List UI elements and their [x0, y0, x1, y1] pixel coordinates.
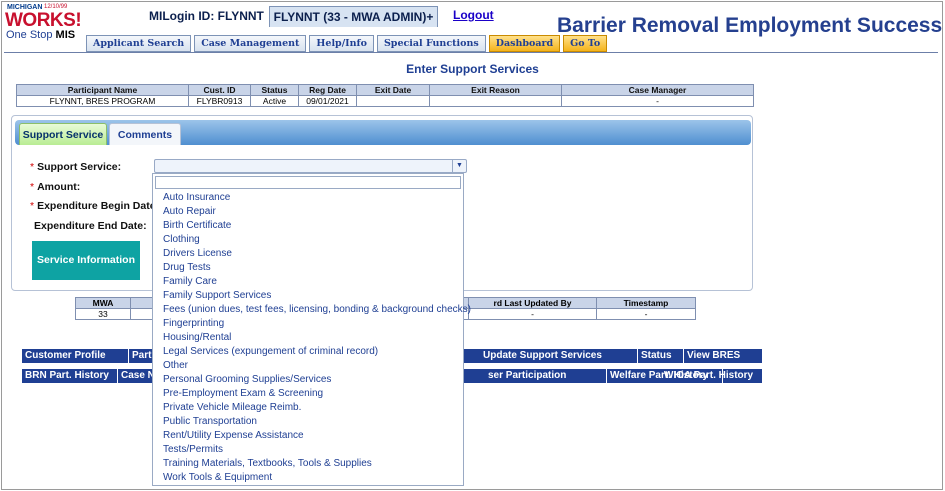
link-view-bres[interactable]: View BRES [684, 349, 762, 363]
col-status: Status [250, 84, 299, 96]
col-exit-date: Exit Date [356, 84, 430, 96]
cell-last-updated-by: - [468, 308, 597, 320]
option-drug-tests[interactable]: Drug Tests [153, 261, 463, 275]
link-status[interactable]: Status [638, 349, 684, 363]
option-fees[interactable]: Fees (union dues, test fees, licensing, … [153, 303, 471, 317]
required-marker: * [30, 200, 35, 212]
user-role-badge: FLYNNT (33 - MWA ADMIN)+ [269, 6, 438, 27]
option-housing-rental[interactable]: Housing/Rental [153, 331, 463, 345]
col-timestamp: Timestamp [596, 297, 696, 309]
amount-label-text: Amount: [37, 181, 81, 193]
logo-one-stop: One Stop [6, 29, 53, 41]
milogin-id: MILogin ID: FLYNNT [149, 9, 264, 23]
link-customer-profile[interactable]: Customer Profile [22, 349, 129, 363]
cell-participant-name: FLYNNT, BRES PROGRAM [16, 95, 189, 107]
cell-status: Active [250, 95, 299, 107]
option-drivers-license[interactable]: Drivers License [153, 247, 463, 261]
col-mwa: MWA [75, 297, 131, 309]
tab-comments[interactable]: Comments [109, 123, 181, 145]
cell-exit-reason [429, 95, 562, 107]
tab-bar: Support Service Comments [15, 120, 751, 145]
cell-case-manager: - [561, 95, 754, 107]
option-legal-services[interactable]: Legal Services (expungement of criminal … [153, 345, 463, 359]
end-date-label: Expenditure End Date: [34, 220, 147, 232]
cell-reg-date: 09/01/2021 [298, 95, 357, 107]
nav-applicant-search[interactable]: Applicant Search [86, 35, 192, 52]
col-cust-id: Cust. ID [188, 84, 251, 96]
chevron-down-icon[interactable]: ▼ [452, 160, 466, 172]
dropdown-options-list: Auto Insurance Auto Repair Birth Certifi… [153, 191, 471, 485]
option-auto-insurance[interactable]: Auto Insurance [153, 191, 463, 205]
nav-special-functions[interactable]: Special Functions [376, 35, 486, 52]
cell-cust-id: FLYBR0913 [188, 95, 251, 107]
link-brn-part-history[interactable]: BRN Part. History [22, 369, 118, 383]
nav-divider [4, 52, 938, 53]
participant-table: Participant Name Cust. ID Status Reg Dat… [16, 84, 754, 107]
option-rent-utility-assistance[interactable]: Rent/Utility Expense Assistance [153, 429, 463, 443]
col-case-manager: Case Manager [561, 84, 754, 96]
logo-mis: MIS [55, 29, 76, 41]
option-private-vehicle-mileage[interactable]: Private Vehicle Mileage Reimb. [153, 401, 463, 415]
option-work-tools[interactable]: Work Tools & Equipment [153, 471, 463, 485]
option-personal-grooming[interactable]: Personal Grooming Supplies/Services [153, 373, 463, 387]
support-service-label-text: Support Service: [37, 161, 122, 173]
option-tests-permits[interactable]: Tests/Permits [153, 443, 463, 457]
cell-exit-date [356, 95, 430, 107]
option-training-materials[interactable]: Training Materials, Textbooks, Tools & S… [153, 457, 463, 471]
option-family-care[interactable]: Family Care [153, 275, 463, 289]
nav-case-management[interactable]: Case Management [194, 35, 307, 52]
col-last-updated-by: rd Last Updated By [468, 297, 597, 309]
service-information-button[interactable]: Service Information [32, 241, 140, 280]
required-marker: * [30, 161, 35, 173]
option-fingerprinting[interactable]: Fingerprinting [153, 317, 463, 331]
option-public-transportation[interactable]: Public Transportation [153, 415, 463, 429]
begin-date-label: * Expenditure Begin Date: [30, 200, 159, 212]
support-service-select[interactable]: ▼ [154, 159, 467, 173]
option-birth-certificate[interactable]: Birth Certificate [153, 219, 463, 233]
link-user-participation[interactable]: ser Participation [485, 369, 607, 383]
nav-go-to[interactable]: Go To [563, 35, 608, 52]
nav-help-info[interactable]: Help/Info [309, 35, 374, 52]
support-service-dropdown: Auto Insurance Auto Repair Birth Certifi… [152, 173, 471, 486]
col-exit-reason: Exit Reason [429, 84, 562, 96]
cell-mwa: 33 [75, 308, 131, 320]
required-marker: * [30, 181, 35, 193]
link-update-support-services[interactable]: Update Support Services [480, 349, 638, 363]
page-title: Enter Support Services [406, 62, 539, 76]
support-service-label: * Support Service: [30, 161, 121, 173]
logout-link[interactable]: Logout [453, 8, 494, 22]
link-wioa-part-history[interactable]: WIOA Part. History [661, 369, 762, 383]
option-clothing[interactable]: Clothing [153, 233, 463, 247]
cell-timestamp: - [596, 308, 696, 320]
table-row: FLYNNT, BRES PROGRAM FLYBR0913 Active 09… [16, 95, 754, 107]
main-nav: Applicant Search Case Management Help/In… [86, 35, 610, 52]
option-family-support-services[interactable]: Family Support Services [153, 289, 463, 303]
nav-dashboard[interactable]: Dashboard [488, 35, 561, 52]
table-header-row: Participant Name Cust. ID Status Reg Dat… [16, 84, 754, 96]
logo-one-stop-mis: One Stop MIS [6, 29, 75, 41]
begin-date-label-text: Expenditure Begin Date: [37, 200, 160, 212]
option-auto-repair[interactable]: Auto Repair [153, 205, 463, 219]
option-pre-employment-exam[interactable]: Pre-Employment Exam & Screening [153, 387, 463, 401]
col-reg-date: Reg Date [298, 84, 357, 96]
tab-support-service[interactable]: Support Service [19, 123, 107, 145]
col-participant-name: Participant Name [16, 84, 189, 96]
app-title: Barrier Removal Employment Success [557, 14, 943, 37]
amount-label: * Amount: [30, 181, 80, 193]
option-other[interactable]: Other [153, 359, 463, 373]
dropdown-search-input[interactable] [155, 176, 461, 189]
